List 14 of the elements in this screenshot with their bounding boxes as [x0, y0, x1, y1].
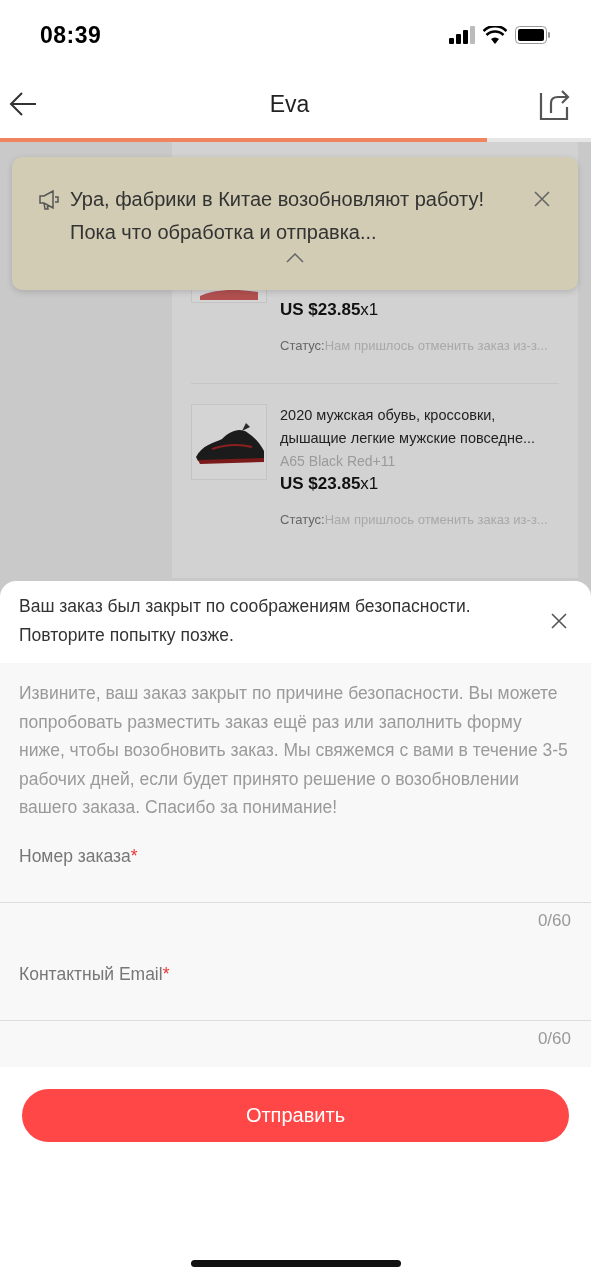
status-time: 08:39 [40, 21, 102, 49]
product-price: US $23.85x1 [280, 474, 380, 494]
submit-button[interactable]: Отправить [22, 1088, 569, 1142]
char-counter: 0/60 [536, 909, 572, 931]
notice-text: Ура, фабрики в Китае возобновляют работу! Пока что обработка и отправка... [70, 187, 485, 245]
char-counter: 0/60 [536, 1027, 572, 1049]
page-title: Eva [269, 90, 310, 118]
field-label: Номер заказа* [18, 845, 139, 868]
field-label: Контактный Email* [18, 963, 171, 986]
product-title: 2020 мужская обувь, кроссовки, дышащие легкие мужские повседне... [280, 406, 537, 448]
sheet-title: Ваш заказ был закрыт по соображениям безопасности. Повторите попытку позже. [19, 595, 472, 647]
sheet-message: Извините, ваш заказ закрыт по причине безопасности. Вы можете попробовать разместить заказ ещё раз или заполнить форму ниже, чтобы возобновить заказ. Мы свяжемся с вами в течение 3-5 рабочих дней, если будет принято решение о возобновлении вашего заказа. Спасибо за понимание! [18, 682, 569, 819]
product-price: US $23.85x1 [280, 300, 380, 320]
product-variant: A65 Black Red+11 [280, 453, 397, 469]
